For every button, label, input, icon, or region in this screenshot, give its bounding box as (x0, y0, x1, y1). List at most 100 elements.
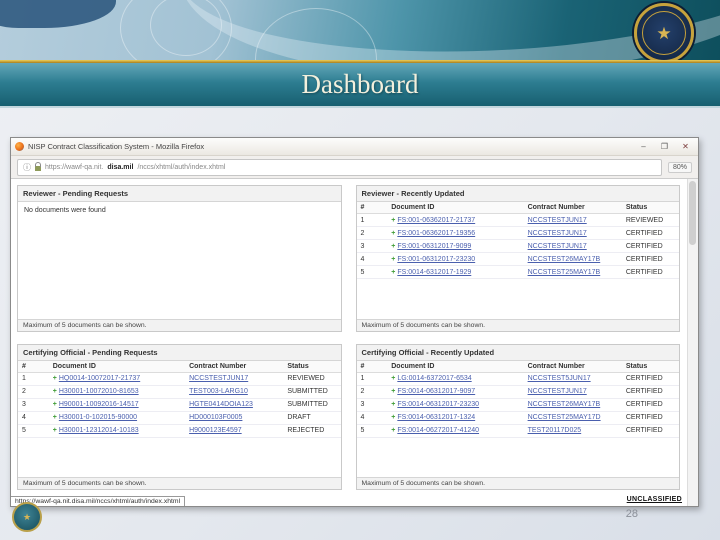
document-id-link[interactable]: FS:0014-06312017-23230 (397, 401, 479, 408)
address-bar[interactable]: https://wawf-qa.nit.disa.mil/nccs/xhtml/… (17, 158, 662, 176)
contract-number-link[interactable]: NCCSTEST26MAY17B (528, 256, 601, 263)
status-text: CERTIFIED (621, 239, 679, 253)
expand-plus-icon[interactable] (391, 269, 395, 276)
expand-plus-icon[interactable] (391, 427, 395, 434)
zoom-level-indicator[interactable]: 80% (667, 161, 692, 173)
expand-plus-icon[interactable] (53, 388, 57, 395)
url-prefix: https://wawf-qa.nit. (45, 163, 104, 171)
contract-number-link[interactable]: NCCSTESTJUN17 (528, 388, 587, 395)
footer-seal-logo (12, 502, 42, 532)
document-id-link[interactable]: LG:0014-6372017-6534 (397, 375, 471, 382)
contract-number-link[interactable]: HD000103F0005 (189, 414, 242, 421)
document-id-link[interactable]: FS:0014-06272017-41240 (397, 427, 479, 434)
document-id-link[interactable]: H90001-10092016-14517 (59, 401, 139, 408)
table-row: 1 LG:0014-6372017-6534 NCCSTEST5JUN17 CE… (356, 372, 679, 386)
col-document-id: Document ID (387, 360, 524, 373)
row-number: 1 (18, 372, 49, 386)
col-number: # (356, 202, 388, 214)
contract-number-link[interactable]: NCCSTEST25MAY17B (528, 269, 601, 276)
row-number: 3 (18, 398, 49, 412)
table-row: 2 H30001-10072010-81653 TEST003-LARG10 S… (18, 385, 341, 399)
expand-plus-icon[interactable] (391, 388, 395, 395)
row-number: 3 (356, 239, 388, 253)
contract-number-link[interactable]: H9000123E4597 (189, 427, 242, 434)
document-id-link[interactable]: H30001-0-102015-90000 (59, 414, 137, 421)
minimize-button[interactable]: – (635, 139, 652, 154)
table-row: 4 H30001-0-102015-90000 HD000103F0005 DR… (18, 411, 341, 425)
expand-plus-icon[interactable] (391, 414, 395, 421)
table-row: 3 H90001-10092016-14517 HGTE0414DOIA123 … (18, 398, 341, 412)
expand-plus-icon[interactable] (53, 427, 57, 434)
col-number: # (18, 360, 49, 373)
status-text: DRAFT (283, 411, 341, 425)
agency-seal-logo (634, 3, 694, 60)
status-text: CERTIFIED (621, 398, 679, 412)
expand-plus-icon[interactable] (391, 217, 395, 224)
col-document-id: Document ID (48, 360, 186, 373)
table-row: 2 FS:0014-06312017-9097 NCCSTESTJUN17 CE… (356, 385, 679, 399)
expand-plus-icon[interactable] (53, 414, 57, 421)
document-id-link[interactable]: FS:0014-06312017-9097 (397, 388, 475, 395)
panel-footer: Maximum of 5 documents can be shown. (356, 318, 679, 331)
panel-footer: Maximum of 5 documents can be shown. (18, 477, 341, 489)
maximize-button[interactable]: ❐ (656, 139, 673, 154)
contract-number-link[interactable]: TEST003-LARG10 (189, 388, 248, 395)
expand-plus-icon[interactable] (391, 401, 395, 408)
expand-plus-icon[interactable] (53, 401, 57, 408)
document-id-link[interactable]: FS:0014-6312017-1929 (397, 269, 471, 276)
col-status: Status (621, 202, 679, 214)
col-contract-number: Contract Number (523, 360, 622, 373)
status-text: REVIEWED (621, 213, 679, 227)
document-id-link[interactable]: FS:001-06312017-23230 (397, 256, 475, 263)
expand-plus-icon[interactable] (391, 375, 395, 382)
status-text: REVIEWED (283, 372, 341, 386)
contract-number-link[interactable]: NCCSTESTJUN17 (528, 217, 587, 224)
expand-plus-icon[interactable] (53, 375, 57, 382)
panel-body: # Document ID Contract Number Status 1 +… (356, 360, 679, 478)
document-id-link[interactable]: FS:001-06312017-9099 (397, 243, 471, 250)
col-document-id: Document ID (387, 202, 524, 214)
close-button[interactable]: ✕ (677, 139, 694, 154)
table-row: 5 H30001-12312014-10183 H9000123E4597 RE… (18, 424, 341, 438)
expand-plus-icon[interactable] (391, 230, 395, 237)
panel-reviewer-pending: Reviewer - Pending Requests No documents… (17, 185, 342, 332)
document-id-link[interactable]: H30001-10072010-81653 (59, 388, 139, 395)
firefox-icon (15, 142, 24, 151)
contract-number-link[interactable]: NCCSTESTJUN17 (189, 375, 248, 382)
panel-body: # Document ID Contract Number Status 1 +… (356, 202, 679, 319)
info-icon[interactable] (23, 162, 31, 173)
expand-plus-icon[interactable] (391, 243, 395, 250)
document-id-link[interactable]: FS:001-06362017-21737 (397, 217, 475, 224)
contract-number-link[interactable]: NCCSTESTJUN17 (528, 230, 587, 237)
document-id-link[interactable]: FS:001-06362017-19356 (397, 230, 475, 237)
status-text: CERTIFIED (621, 252, 679, 266)
document-id-link[interactable]: FS:0014-06312017-1324 (397, 414, 475, 421)
table-header-row: # Document ID Contract Number Status (18, 360, 341, 373)
document-id-link[interactable]: H30001-12312014-10183 (59, 427, 139, 434)
contract-number-link[interactable]: HGTE0414DOIA123 (189, 401, 253, 408)
classification-marking: UNCLASSIFIED (626, 496, 682, 503)
panel-body: # Document ID Contract Number Status 1 +… (18, 360, 341, 478)
contract-number-link[interactable]: NCCSTESTJUN17 (528, 243, 587, 250)
row-number: 5 (356, 424, 388, 438)
document-id-link[interactable]: HQ0014-10072017-21737 (59, 375, 140, 382)
contract-number-link[interactable]: NCCSTEST25MAY17D (528, 414, 601, 421)
expand-plus-icon[interactable] (391, 256, 395, 263)
panel-title: Reviewer - Recently Updated (356, 186, 679, 202)
browser-title-bar: NISP Contract Classification System - Mo… (11, 138, 698, 156)
contract-number-link[interactable]: NCCSTEST26MAY17B (528, 401, 601, 408)
row-number: 4 (356, 411, 388, 425)
row-number: 2 (18, 385, 49, 399)
window-title: NISP Contract Classification System - Mo… (28, 142, 205, 151)
table-row: 1 HQ0014-10072017-21737 NCCSTESTJUN17 RE… (18, 372, 341, 386)
contract-number-link[interactable]: TEST20117D025 (528, 427, 582, 434)
panel-title: Certifying Official - Pending Requests (18, 344, 341, 361)
scrollbar-thumb[interactable] (689, 181, 696, 245)
slide-page-number: 28 (625, 508, 638, 520)
contract-number-link[interactable]: NCCSTEST5JUN17 (528, 375, 591, 382)
row-number: 3 (356, 398, 388, 412)
slide-title-band: Dashboard (0, 63, 720, 108)
vertical-scrollbar[interactable] (687, 179, 698, 506)
status-text: CERTIFIED (621, 265, 679, 279)
table-row: 1 FS:001-06362017-21737 NCCSTESTJUN17 RE… (356, 213, 679, 227)
